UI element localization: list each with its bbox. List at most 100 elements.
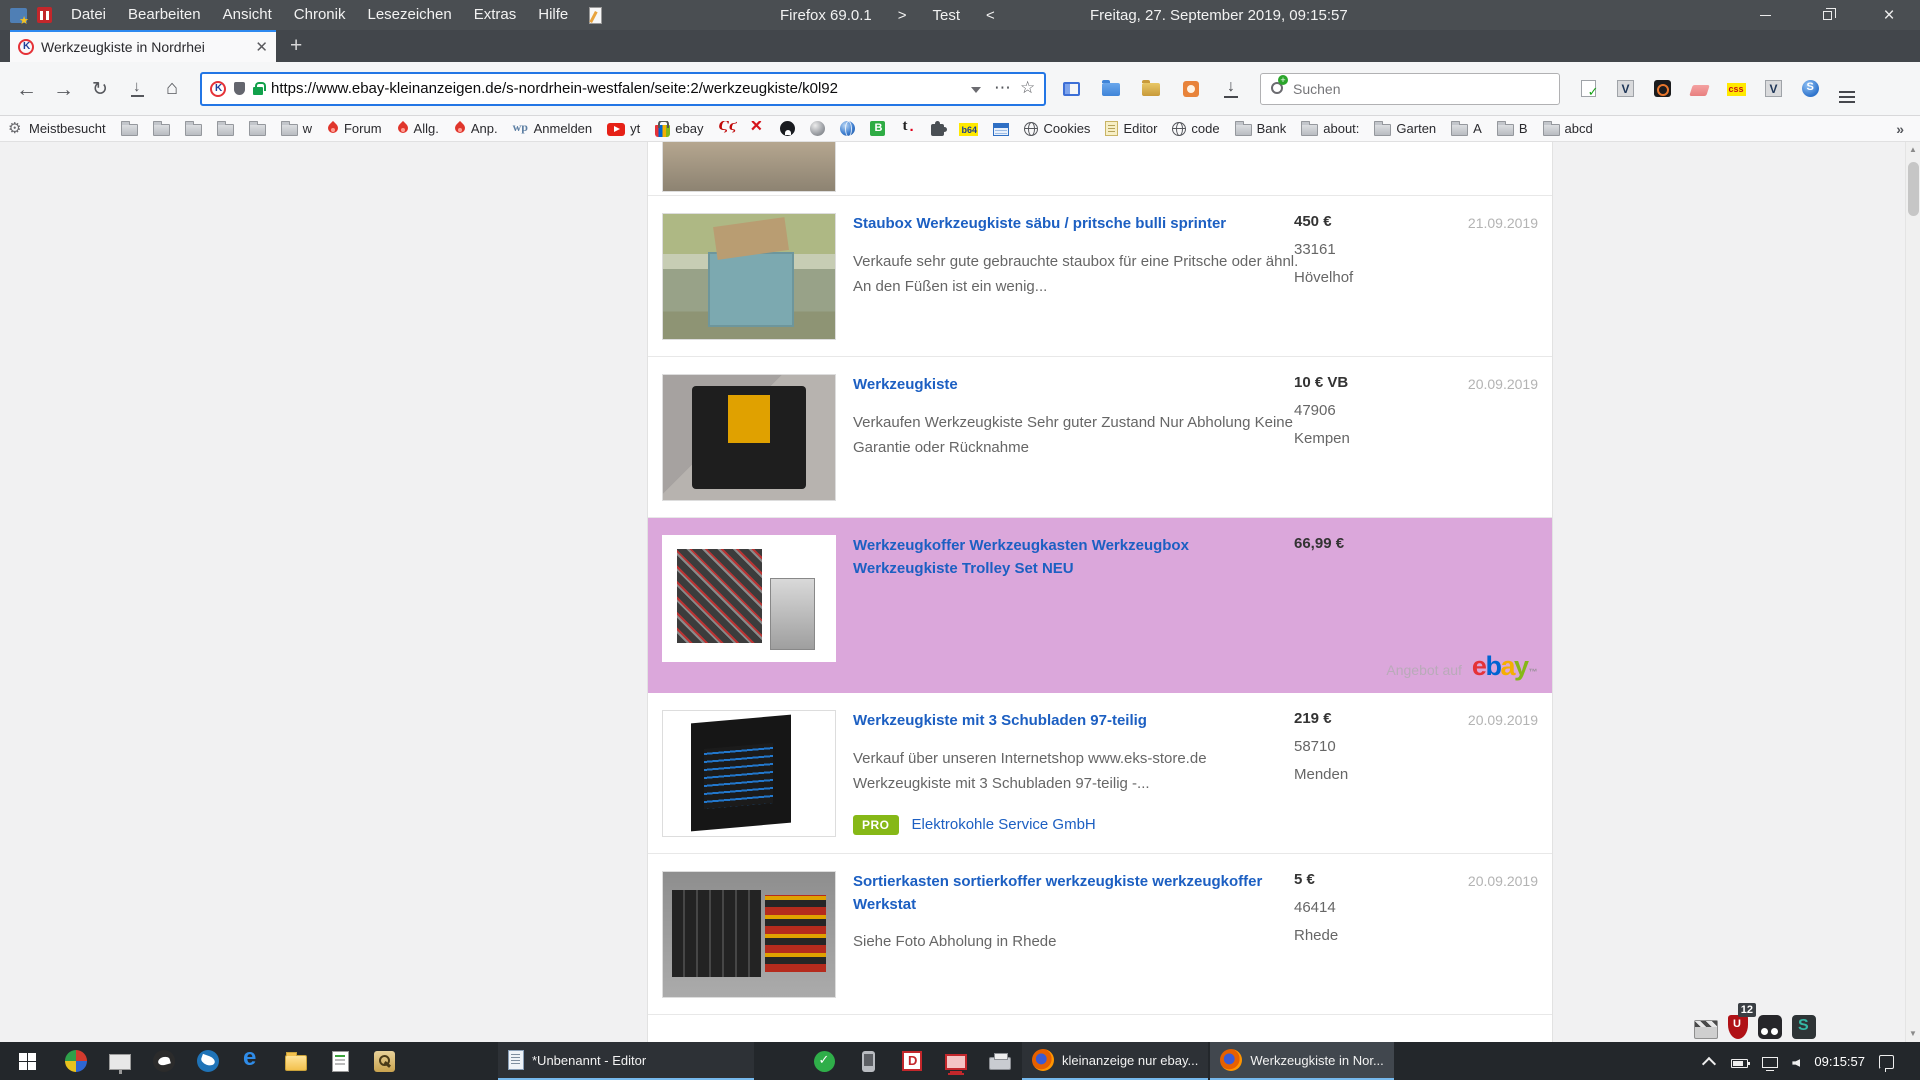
library-button[interactable]: [1134, 72, 1168, 106]
start-button[interactable]: [0, 1042, 54, 1080]
sync-s-overlay[interactable]: [1792, 1015, 1816, 1039]
menu-extras[interactable]: Extras: [463, 0, 528, 30]
app-menu-button[interactable]: [1831, 72, 1863, 106]
bookmark-anmelden[interactable]: Anmelden: [513, 121, 593, 137]
listing-row[interactable]: Werkzeugkiste Verkaufen Werkzeugkiste Se…: [648, 357, 1552, 518]
bookmark-meistbesucht[interactable]: Meistbesucht: [8, 121, 106, 137]
taskbar-window-werkzeugkistei[interactable]: Werkzeugkiste in Nor...: [1210, 1042, 1393, 1080]
tab-close-icon[interactable]: ✕: [255, 38, 268, 56]
note-pencil-icon[interactable]: [589, 7, 602, 24]
listing-row[interactable]: Sortierkasten sortierkoffer werkzeugkist…: [648, 854, 1552, 1015]
back-button[interactable]: [10, 72, 44, 106]
sidebar-button[interactable]: [1054, 72, 1088, 106]
tray-chevron-icon[interactable]: [1701, 1053, 1717, 1069]
listing-row-ebay-ad[interactable]: Werkzeugkoffer Werkzeugkasten Werkzeugbo…: [648, 518, 1552, 693]
ebay-logo[interactable]: ebay™: [1472, 653, 1536, 680]
edge-taskbar-button[interactable]: [230, 1042, 274, 1080]
kleinanzeigen-icon[interactable]: [210, 81, 226, 97]
bookmark-spheregrey[interactable]: [810, 121, 825, 136]
bookmark-bank[interactable]: Bank: [1235, 121, 1287, 136]
download-button[interactable]: [1214, 72, 1248, 106]
binoculars-overlay[interactable]: [1758, 1015, 1782, 1039]
presentation-app-taskbar-button[interactable]: [98, 1042, 142, 1080]
save-page-button[interactable]: [121, 72, 155, 106]
url-bar[interactable]: [200, 72, 1046, 106]
scrollbar-up-icon[interactable]: ▲: [1906, 142, 1920, 158]
bookmark-puzzle[interactable]: [931, 121, 944, 136]
bookmark-star-icon[interactable]: [1020, 81, 1036, 97]
scrollbar-down-icon[interactable]: ▼: [1906, 1026, 1920, 1042]
d-drive-taskbar-button[interactable]: [890, 1042, 934, 1080]
red-app-icon[interactable]: [37, 7, 52, 23]
bookmarks-overflow-icon[interactable]: »: [1888, 121, 1912, 137]
v-ext-button[interactable]: [1609, 72, 1641, 106]
bookmark-w[interactable]: w: [281, 121, 312, 136]
bookmark-abcd[interactable]: abcd: [1543, 121, 1593, 136]
restore-button[interactable]: [1796, 0, 1858, 30]
bookmark-github[interactable]: [780, 121, 795, 136]
antivirus-taskbar-button[interactable]: [802, 1042, 846, 1080]
chevron-down-icon[interactable]: [968, 81, 984, 97]
bookmark-garten[interactable]: Garten: [1374, 121, 1436, 136]
bookmark-tumblr[interactable]: [900, 121, 916, 137]
taskbar-window-kleinanzeigenu[interactable]: kleinanzeige nur ebay...: [1022, 1042, 1208, 1080]
eraser-button[interactable]: [1683, 72, 1715, 106]
listing-title-link[interactable]: Werkzeugkiste: [853, 374, 1277, 397]
adblock-button[interactable]: [1646, 72, 1678, 106]
taskbar-window-unbenanntedito[interactable]: *Unbenannt - Editor: [498, 1042, 754, 1080]
inkscape-taskbar-button[interactable]: [142, 1042, 186, 1080]
menu-bearbeiten[interactable]: Bearbeiten: [117, 0, 212, 30]
search-bar[interactable]: [1260, 73, 1560, 105]
action-center-icon[interactable]: [1879, 1055, 1894, 1069]
bookmark-folder[interactable]: [217, 121, 234, 136]
minimize-button[interactable]: [1734, 0, 1796, 30]
thunderbird-taskbar-button[interactable]: [186, 1042, 230, 1080]
bookmark-b[interactable]: B: [1497, 121, 1528, 136]
home-button[interactable]: [158, 72, 192, 106]
bookmark-ebay[interactable]: ebay: [655, 121, 703, 137]
listing-thumbnail[interactable]: [662, 535, 836, 662]
scrollbar-thumb[interactable]: [1908, 162, 1919, 216]
bookmark-yt[interactable]: yt: [607, 121, 640, 136]
url-input[interactable]: [271, 80, 960, 97]
bookmark-redscript[interactable]: [718, 121, 734, 137]
menu-hilfe[interactable]: Hilfe: [527, 0, 579, 30]
bookmark-folder[interactable]: [121, 121, 138, 136]
listing-thumbnail[interactable]: [662, 213, 836, 340]
page-actions-icon[interactable]: [994, 81, 1010, 97]
menu-chronik[interactable]: Chronik: [283, 0, 357, 30]
menu-lesezeichen[interactable]: Lesezeichen: [356, 0, 462, 30]
menu-datei[interactable]: Datei: [60, 0, 117, 30]
bookmark-forum[interactable]: Forum: [327, 121, 382, 136]
bookmark-redx[interactable]: [749, 121, 765, 137]
close-button[interactable]: [1858, 0, 1920, 30]
bookmark-about[interactable]: about:: [1301, 121, 1359, 136]
bookmark-b64[interactable]: [959, 121, 978, 136]
listing-title-link[interactable]: Werkzeugkiste mit 3 Schubladen 97-teilig: [853, 710, 1277, 733]
listing-title-link[interactable]: Sortierkasten sortierkoffer werkzeugkist…: [853, 871, 1277, 916]
listing-row[interactable]: Staubox Werkzeugkiste säbu / pritsche bu…: [648, 196, 1552, 357]
scrollbar[interactable]: ▲ ▼: [1905, 142, 1920, 1042]
keepass-taskbar-button[interactable]: [362, 1042, 406, 1080]
seller-link[interactable]: Elektrokohle Service GmbH: [912, 816, 1096, 833]
listing-title-link[interactable]: Staubox Werkzeugkiste säbu / pritsche bu…: [853, 213, 1277, 236]
listing-title-link[interactable]: Werkzeugkoffer Werkzeugkasten Werkzeugbo…: [853, 535, 1277, 580]
new-tab-button[interactable]: +: [290, 34, 302, 58]
listing-thumbnail[interactable]: [662, 374, 836, 501]
explorer-taskbar-button[interactable]: [274, 1042, 318, 1080]
search-input[interactable]: [1293, 81, 1550, 97]
shield-icon[interactable]: [234, 82, 245, 95]
menu-ansicht[interactable]: Ansicht: [212, 0, 283, 30]
listing-partial[interactable]: [648, 142, 1552, 196]
listing-row[interactable]: Werkzeugkiste mit 3 Schubladen 97-teilig…: [648, 693, 1552, 854]
bookmark-folder[interactable]: [153, 121, 170, 136]
addon-button[interactable]: [1174, 72, 1208, 106]
reload-button[interactable]: [84, 72, 118, 106]
notes-app-taskbar-button[interactable]: [318, 1042, 362, 1080]
palette-app-taskbar-button[interactable]: [54, 1042, 98, 1080]
bookmark-allg[interactable]: Allg.: [397, 121, 439, 136]
bookmark-sphereblue[interactable]: [840, 121, 855, 136]
battery-icon[interactable]: [1731, 1059, 1748, 1068]
star-app-icon[interactable]: [10, 8, 27, 23]
listing-thumbnail[interactable]: [662, 871, 836, 998]
